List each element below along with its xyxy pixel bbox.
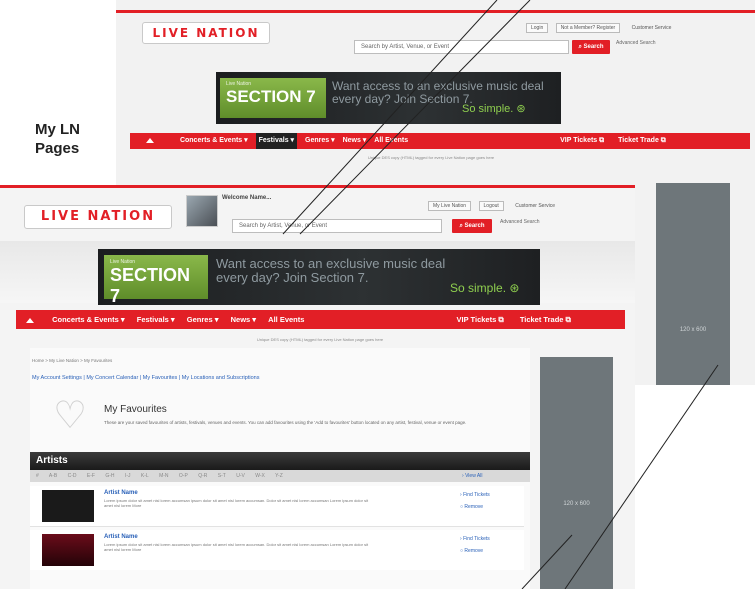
callout-line <box>521 534 573 589</box>
callout-line <box>299 0 531 235</box>
callout-lines <box>282 0 719 589</box>
callout-line <box>282 0 498 235</box>
callout-line <box>564 364 719 589</box>
